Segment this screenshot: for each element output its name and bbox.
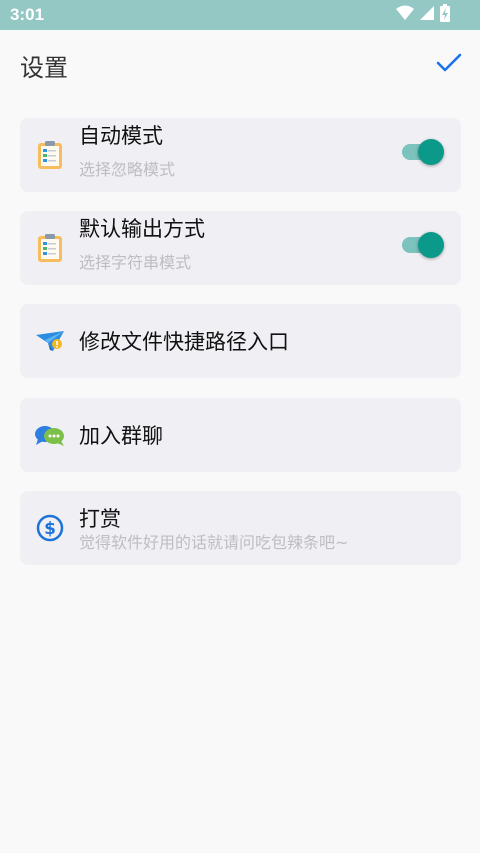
- status-bar: 3:01: [0, 0, 480, 30]
- page-title: 设置: [20, 54, 68, 82]
- setting-title: 自动模式: [79, 124, 163, 148]
- clipboard-icon: [34, 232, 66, 264]
- svg-text:$: $: [44, 519, 56, 539]
- dollar-circle-icon: $: [34, 512, 66, 544]
- setting-card-shortcut-path[interactable]: 修改文件快捷路径入口: [20, 304, 461, 378]
- setting-card-donate[interactable]: $ 打赏 觉得软件好用的话就请问吃包辣条吧~: [20, 491, 461, 565]
- setting-subtitle: 觉得软件好用的话就请问吃包辣条吧~: [79, 533, 349, 552]
- setting-subtitle: 选择字符串模式: [79, 253, 192, 272]
- setting-subtitle: 选择忽略模式: [79, 160, 176, 179]
- cellular-signal-icon: [419, 5, 435, 25]
- setting-card-auto-mode[interactable]: 自动模式 选择忽略模式: [20, 118, 461, 192]
- confirm-button[interactable]: [432, 48, 466, 82]
- chat-bubbles-icon: [34, 419, 66, 451]
- setting-title: 默认输出方式: [79, 217, 205, 241]
- clipboard-icon: [34, 139, 66, 171]
- setting-card-default-output[interactable]: 默认输出方式 选择字符串模式: [20, 211, 461, 285]
- battery-icon: [440, 4, 450, 26]
- setting-title: 修改文件快捷路径入口: [79, 330, 289, 354]
- default-output-toggle[interactable]: [402, 232, 444, 258]
- toggle-knob: [418, 232, 444, 258]
- checkmark-icon: [436, 53, 462, 77]
- toggle-knob: [418, 139, 444, 165]
- paper-plane-icon: [34, 325, 66, 357]
- status-icons: [396, 4, 450, 26]
- wifi-icon: [396, 5, 414, 25]
- auto-mode-toggle[interactable]: [402, 139, 444, 165]
- setting-card-join-group[interactable]: 加入群聊: [20, 398, 461, 472]
- app-header: 设置: [0, 30, 480, 100]
- status-time: 3:01: [10, 5, 45, 24]
- setting-title: 加入群聊: [79, 424, 163, 448]
